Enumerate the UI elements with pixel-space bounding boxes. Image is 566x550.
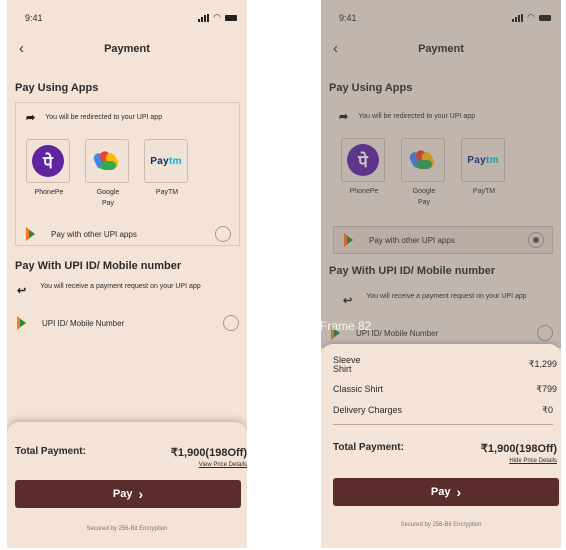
upi-request-note: ↩ You will receive a payment request on …	[17, 283, 201, 297]
price-detail-row: Classic Shirt ₹799	[333, 384, 557, 394]
total-label: Total Payment:	[333, 442, 404, 453]
app-name: PayTM	[155, 189, 179, 196]
frame-label: Frame 82	[321, 319, 372, 333]
upi-apps-box: ➦ You will be redirected to your UPI app…	[15, 102, 240, 246]
upi-id-label: UPI ID/ Mobile Number	[42, 318, 125, 328]
price-detail-row: Delivery Charges ₹0	[333, 405, 553, 415]
upi-logo-icon	[26, 227, 35, 241]
total-value: ₹1,900(198Off)	[480, 443, 557, 455]
secured-note: Secured by 256-Bit Encryption	[86, 526, 168, 532]
price-value: ₹799	[536, 384, 557, 394]
app-google-pay[interactable]: Google Pay	[85, 139, 131, 209]
other-upi-apps-row[interactable]: Pay with other UPI apps	[16, 225, 239, 243]
summary-card: Total Payment: ₹1,900(198Off) View Price…	[7, 422, 247, 548]
wifi-icon: ◠	[213, 12, 221, 22]
divider	[333, 424, 553, 425]
page-title: Payment	[104, 43, 150, 55]
total-row: Total Payment: ₹1,900(198Off)	[15, 446, 247, 459]
upi-logo-icon	[17, 316, 26, 330]
pay-button[interactable]: Pay ›	[333, 478, 559, 506]
header: ‹ Payment	[7, 36, 247, 62]
other-upi-label: Pay with other UPI apps	[51, 229, 137, 239]
status-bar: 9:41 ◠	[7, 12, 247, 26]
redirect-arrow-icon: ➦	[26, 112, 36, 124]
paytm-logo-icon: Paytm	[150, 155, 182, 167]
price-value: ₹0	[542, 405, 553, 415]
payment-screen-expanded: 9:41 ◠ ‹ Payment Pay Using Apps ➦ You wi…	[321, 0, 561, 548]
payment-screen-collapsed: 9:41 ◠ ‹ Payment Pay Using Apps ➦ You wi…	[7, 0, 247, 548]
section-title-upi: Pay With UPI ID/ Mobile number	[15, 260, 182, 272]
upi-id-row[interactable]: UPI ID/ Mobile Number	[7, 314, 247, 332]
app-name: Google	[96, 189, 120, 196]
section-title-apps: Pay Using Apps	[15, 82, 99, 94]
app-paytm[interactable]: Paytm PayTM	[144, 139, 190, 198]
redirect-note: You will be redirected to your UPI app	[45, 114, 163, 121]
status-time: 9:41	[25, 13, 43, 23]
phonepe-logo-icon: पे	[32, 145, 64, 177]
app-phonepe[interactable]: पे PhonePe	[26, 139, 72, 198]
signal-icon	[198, 13, 210, 22]
view-price-details-link[interactable]: View Price Details	[199, 462, 247, 468]
summary-card-expanded: Sleeve Shirt ₹1,299 Classic Shirt ₹799 De…	[321, 344, 561, 548]
google-pay-logo-icon	[93, 151, 119, 170]
secured-note: Secured by 256-Bit Encryption	[400, 522, 482, 528]
upi-id-radio[interactable]	[223, 315, 239, 331]
total-label: Total Payment:	[15, 446, 86, 457]
total-row: Total Payment: ₹1,900(198Off)	[333, 442, 557, 455]
other-upi-radio[interactable]	[215, 226, 231, 242]
chevron-right-icon: ›	[138, 486, 144, 502]
request-arrow-icon: ↩	[17, 285, 27, 297]
price-detail-row: Sleeve Shirt ₹1,299	[333, 355, 557, 374]
total-value: ₹1,900(198Off)	[170, 447, 247, 459]
pay-button[interactable]: Pay ›	[15, 480, 241, 508]
price-value: ₹1,299	[528, 359, 557, 369]
chevron-right-icon: ›	[456, 484, 462, 500]
app-name: PhonePe	[34, 189, 64, 196]
hide-price-details-link[interactable]: Hide Price Details	[509, 458, 557, 464]
dim-overlay	[321, 0, 561, 348]
app-name-line2: Pay	[101, 200, 115, 207]
battery-icon	[225, 14, 237, 21]
